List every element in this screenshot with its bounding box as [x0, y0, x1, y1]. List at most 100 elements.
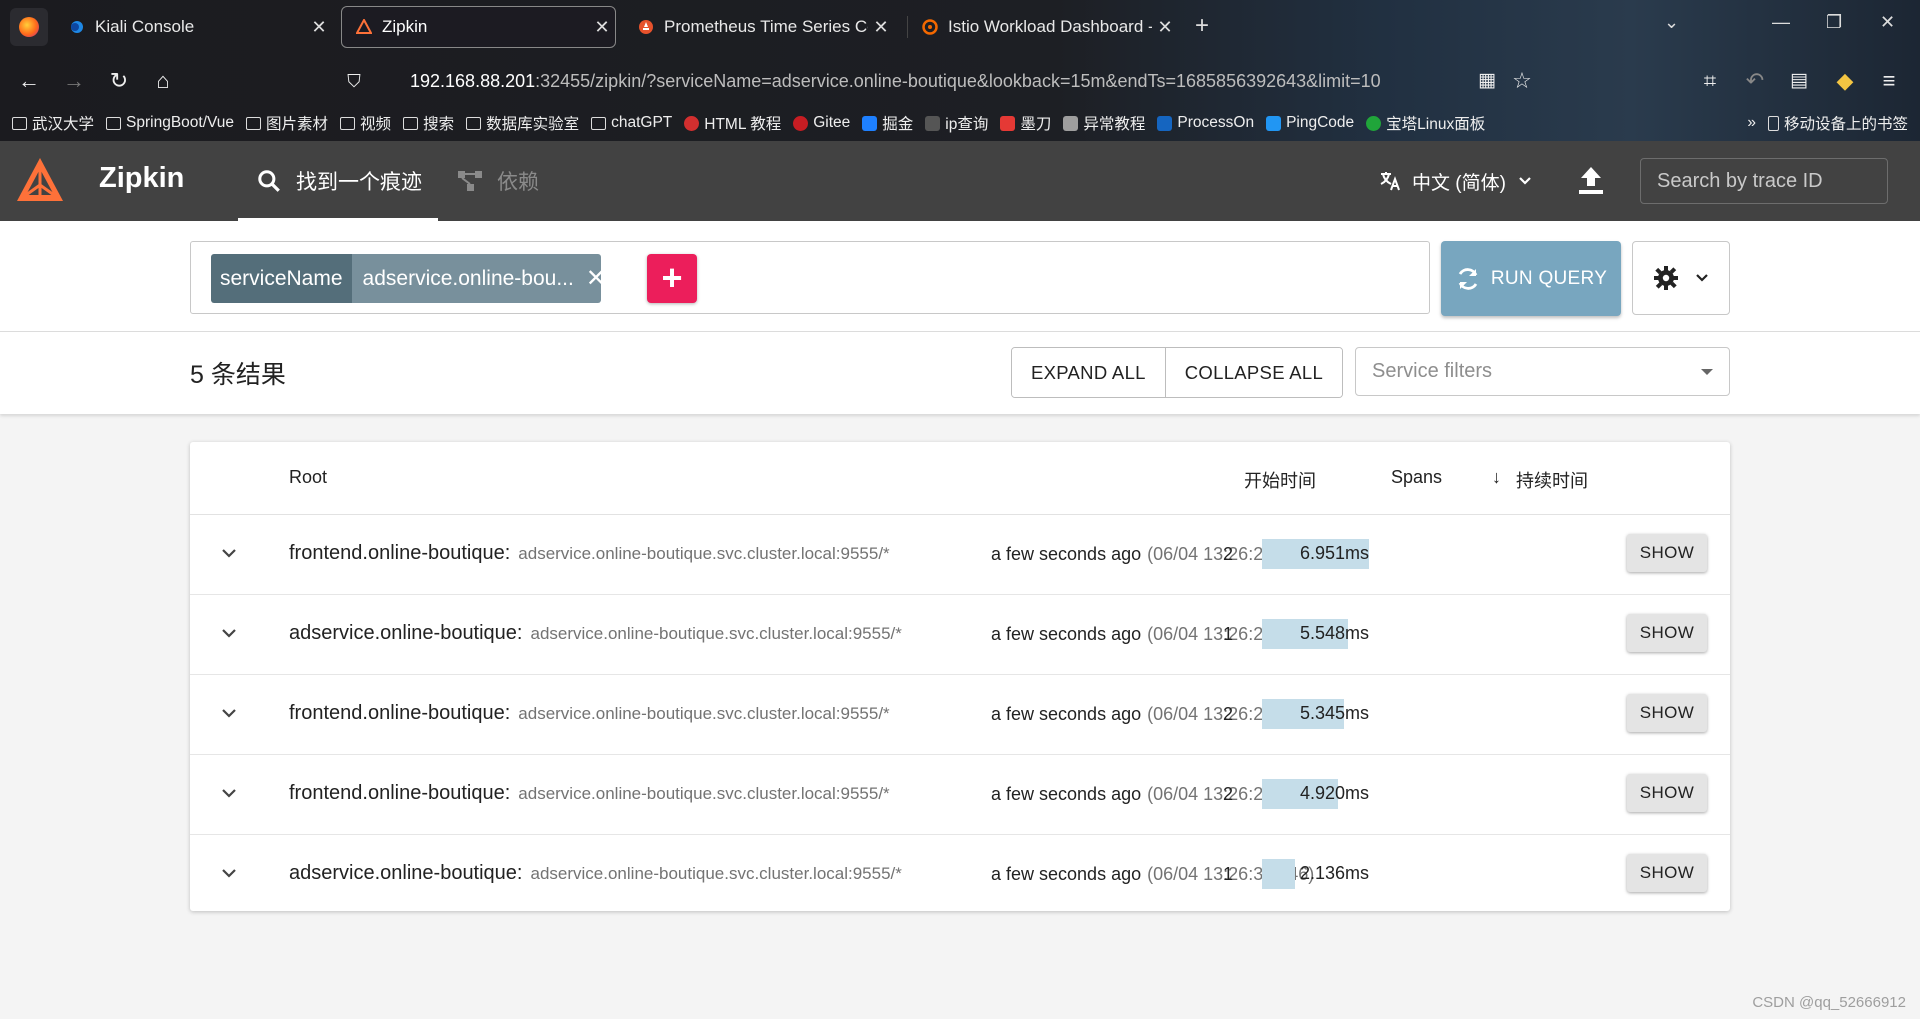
chevron-down-icon[interactable] — [218, 542, 240, 564]
chevron-down-icon[interactable] — [218, 702, 240, 724]
nav-dependencies[interactable]: 依赖 — [457, 141, 539, 221]
language-selector[interactable]: 中文 (简体) — [1378, 141, 1532, 221]
bookmark-folder[interactable]: 数据库实验室 — [466, 112, 579, 134]
qr-code-icon[interactable]: ▦ — [1472, 66, 1502, 96]
bookmark-folder[interactable]: 武汉大学 — [12, 112, 94, 134]
bookmark-label: 搜索 — [423, 116, 455, 133]
bookmark-star-icon[interactable]: ☆ — [1507, 66, 1537, 96]
bookmark-site[interactable]: 异常教程 — [1063, 112, 1145, 134]
firefox-menu-icon[interactable] — [10, 8, 48, 46]
bookmark-site[interactable]: 掘金 — [862, 112, 913, 134]
new-tab-icon[interactable]: + — [1195, 12, 1209, 40]
service-name: frontend.online-boutique: — [289, 702, 511, 724]
chevron-down-icon[interactable] — [218, 782, 240, 804]
service-name: frontend.online-boutique: — [289, 542, 511, 564]
table-row[interactable]: adservice.online-boutique: adservice.onli… — [190, 835, 1730, 914]
ip-lookup-icon — [925, 115, 941, 131]
tab-prometheus[interactable]: Prometheus Time Series Colle ✕ — [624, 6, 894, 48]
header-duration[interactable]: 持续时间 — [1516, 467, 1588, 493]
show-button[interactable]: SHOW — [1627, 774, 1707, 812]
folder-icon — [12, 116, 27, 130]
run-query-button[interactable]: RUN QUERY — [1441, 241, 1621, 316]
restore-icon[interactable]: ❐ — [1826, 12, 1842, 33]
table-row[interactable]: adservice.online-boutique: adservice.onli… — [190, 595, 1730, 675]
close-tab-icon[interactable]: ✕ — [306, 17, 332, 38]
table-row[interactable]: frontend.online-boutique: adservice.onlin… — [190, 515, 1730, 595]
settings-button[interactable] — [1632, 241, 1730, 315]
chevron-down-icon[interactable] — [218, 862, 240, 884]
table-row[interactable]: frontend.online-boutique: adservice.onlin… — [190, 675, 1730, 755]
reload-icon[interactable]: ↻ — [104, 66, 134, 96]
bookmark-label: 墨刀 — [1020, 116, 1052, 133]
bookmark-folder[interactable]: SpringBoot/Vue — [106, 114, 234, 132]
undo-icon[interactable]: ↶ — [1740, 66, 1770, 96]
criteria-chip[interactable]: serviceName adservice.online-bou... ✕ — [211, 254, 601, 303]
bookmark-folder[interactable]: chatGPT — [591, 114, 672, 132]
chip-value-wrap[interactable]: adservice.online-bou... ✕ — [351, 254, 601, 303]
header-spans[interactable]: Spans — [1391, 467, 1442, 488]
service-filters-select[interactable]: Service filters — [1355, 347, 1730, 396]
trace-id-search-input[interactable] — [1640, 158, 1888, 204]
tab-kiali[interactable]: Kiali Console ✕ — [55, 6, 332, 48]
sort-arrow-icon[interactable]: ↓ — [1492, 467, 1501, 488]
tab-istio-dashboard[interactable]: Istio Workload Dashboard - G ✕ — [908, 6, 1178, 48]
bookmark-site[interactable]: HTML 教程 — [684, 112, 781, 134]
close-tab-icon[interactable]: ✕ — [1152, 17, 1178, 38]
service-filters-placeholder: Service filters — [1372, 360, 1493, 382]
forward-icon[interactable]: → — [59, 66, 89, 96]
span-count: 2 — [1222, 544, 1233, 564]
sidebar-icon[interactable]: ▤ — [1784, 66, 1814, 96]
bookmark-label: HTML 教程 — [704, 116, 782, 133]
zipkin-tab-icon — [356, 19, 372, 34]
extension-icon[interactable]: ◆ — [1830, 66, 1860, 96]
zipkin-header: Zipkin 找到一个痕迹 依赖 中文 (简体) — [0, 141, 1920, 221]
brand-title[interactable]: Zipkin — [99, 162, 184, 195]
bookmark-site[interactable]: Gitee — [793, 114, 850, 132]
close-window-icon[interactable]: ✕ — [1880, 12, 1895, 33]
tab-label: Kiali Console — [95, 17, 195, 36]
table-row[interactable]: frontend.online-boutique: adservice.onlin… — [190, 755, 1730, 835]
show-button[interactable]: SHOW — [1627, 534, 1707, 572]
show-button[interactable]: SHOW — [1627, 854, 1707, 892]
query-criteria-box[interactable]: serviceName adservice.online-bou... ✕ + — [190, 241, 1430, 314]
bookmark-site[interactable]: PingCode — [1266, 114, 1354, 132]
show-button[interactable]: SHOW — [1627, 694, 1707, 732]
mobile-bookmarks[interactable]: 移动设备上的书签 — [1767, 112, 1908, 134]
nav-find-trace[interactable]: 找到一个痕迹 — [238, 141, 438, 221]
bookmarks-overflow-icon[interactable]: » — [1747, 114, 1756, 132]
collapse-all-button[interactable]: COLLAPSE ALL — [1164, 348, 1343, 397]
header-start-time[interactable]: 开始时间 — [1244, 467, 1316, 493]
app-menu-icon[interactable]: ≡ — [1874, 66, 1904, 96]
duration-cell: 5.345ms — [1262, 699, 1369, 729]
bookmark-site[interactable]: ip查询 — [925, 112, 988, 134]
crop-screenshot-icon[interactable]: ⌗ — [1695, 66, 1725, 96]
url-bar[interactable]: 192.168.88.201:32455/zipkin/?serviceName… — [410, 64, 1555, 98]
bookmark-folder[interactable]: 图片素材 — [246, 112, 328, 134]
tab-list-icon[interactable]: ⌄ — [1664, 12, 1679, 33]
close-tab-icon[interactable]: ✕ — [868, 17, 894, 38]
tab-zipkin[interactable]: Zipkin ✕ — [341, 6, 616, 48]
close-tab-icon[interactable]: ✕ — [589, 17, 615, 38]
folder-icon — [340, 116, 356, 130]
shield-icon[interactable]: ⛉ — [339, 66, 369, 96]
duration-value: 5.345ms — [1299, 703, 1369, 723]
bookmark-site[interactable]: ProcessOn — [1157, 114, 1254, 132]
back-icon[interactable]: ← — [14, 66, 44, 96]
remove-criteria-icon[interactable]: ✕ — [586, 264, 601, 293]
bookmark-folder[interactable]: 搜索 — [403, 112, 454, 134]
expand-all-button[interactable]: EXPAND ALL — [1012, 348, 1165, 397]
zipkin-logo-icon[interactable] — [14, 155, 66, 207]
upload-icon[interactable] — [1576, 165, 1606, 197]
duration-cell: 4.920ms — [1262, 779, 1369, 809]
query-area: serviceName adservice.online-bou... ✕ + … — [0, 221, 1920, 332]
chip-key: serviceName — [211, 254, 352, 303]
bookmark-site[interactable]: 墨刀 — [1000, 112, 1051, 134]
chevron-down-icon[interactable] — [218, 622, 240, 644]
refresh-icon — [1458, 267, 1478, 290]
add-criteria-button[interactable]: + — [647, 254, 697, 303]
bookmark-folder[interactable]: 视频 — [340, 112, 391, 134]
bookmark-site[interactable]: 宝塔Linux面板 — [1366, 112, 1485, 134]
minimize-icon[interactable]: — — [1772, 12, 1790, 33]
home-icon[interactable]: ⌂ — [148, 66, 178, 96]
show-button[interactable]: SHOW — [1627, 614, 1707, 652]
